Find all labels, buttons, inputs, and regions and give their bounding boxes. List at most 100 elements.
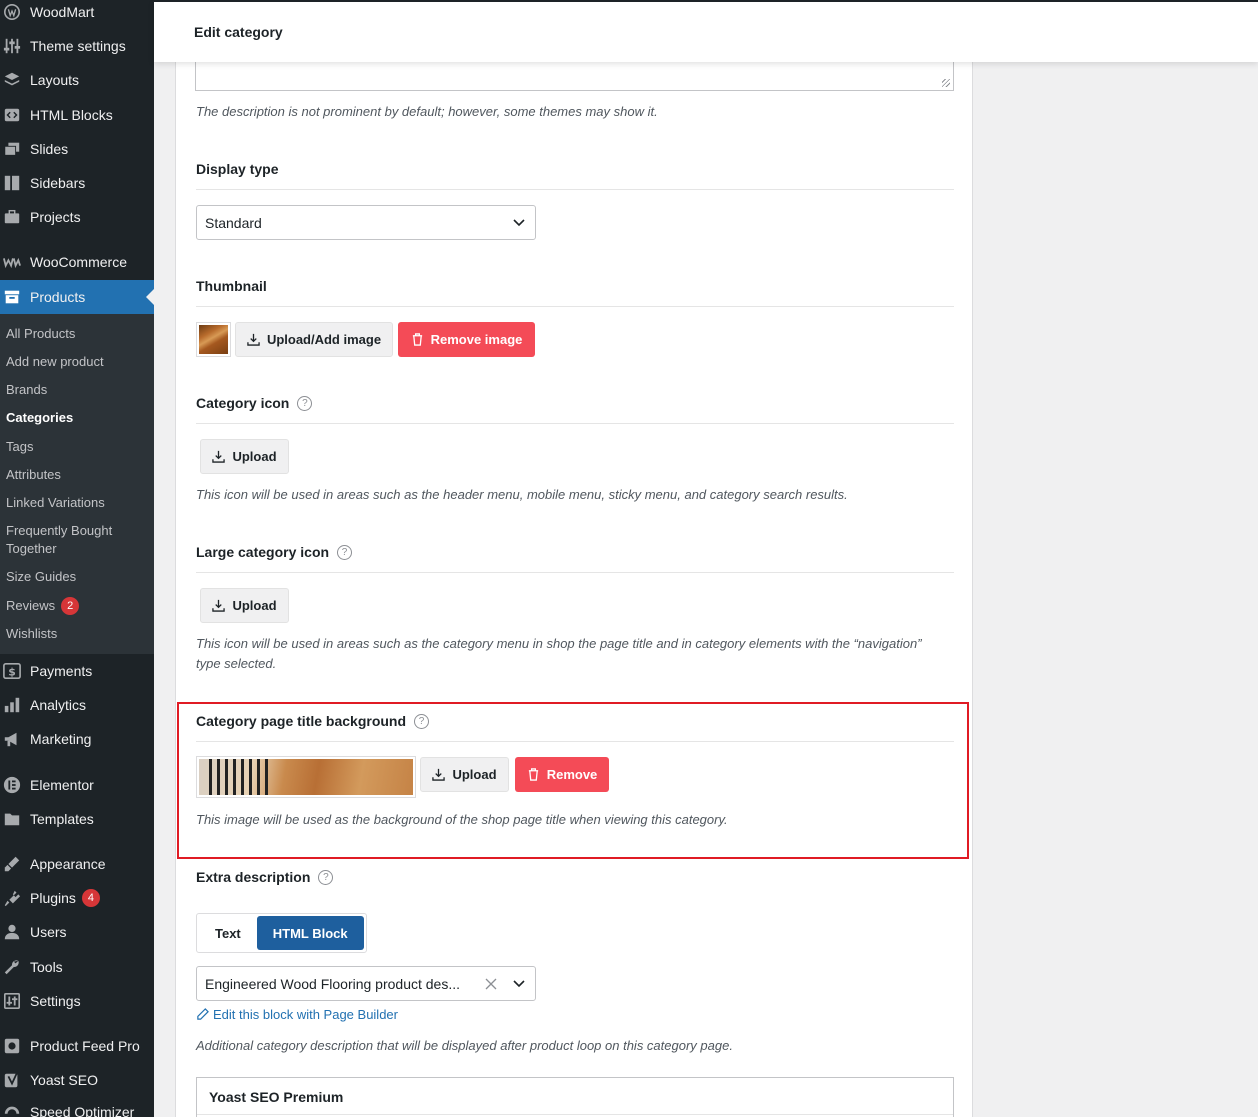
menu-templates[interactable]: Templates: [0, 804, 154, 834]
menu-settings[interactable]: Settings: [0, 986, 154, 1016]
submenu-add-new-product[interactable]: Add new product: [6, 353, 146, 371]
woocommerce-icon: [3, 253, 21, 271]
upload-add-image-label: Upload/Add image: [266, 332, 382, 347]
megaphone-icon: [3, 730, 21, 748]
menu-label: Settings: [30, 993, 81, 1009]
menu-label: Appearance: [30, 856, 106, 872]
html-block-select[interactable]: Engineered Wood Flooring product des...: [196, 966, 536, 1001]
category-icon-label: Category icon ?: [196, 395, 313, 411]
submenu-tags[interactable]: Tags: [6, 438, 146, 456]
edit-category-form: The description is not prominent by defa…: [175, 62, 973, 1117]
menu-slides[interactable]: Slides: [0, 134, 154, 164]
menu-label: Speed Optimizer: [30, 1104, 135, 1117]
submenu-brands[interactable]: Brands: [6, 381, 146, 399]
submenu-wishlists[interactable]: Wishlists: [6, 625, 146, 643]
tab-html-block[interactable]: HTML Block: [256, 916, 364, 950]
thumbnail-preview: [196, 322, 231, 357]
display-type-select[interactable]: Standard: [196, 205, 536, 240]
submenu-reviews[interactable]: Reviews 2: [6, 597, 146, 615]
menu-label: Layouts: [30, 72, 80, 88]
submenu-categories[interactable]: Categories: [6, 409, 146, 427]
thumbnail-label-text: Thumbnail: [196, 278, 267, 294]
paintbrush-icon: [3, 855, 21, 873]
submenu-linked-variations[interactable]: Linked Variations: [6, 494, 146, 512]
submenu-frequently-bought-together[interactable]: Frequently Bought Together: [6, 522, 146, 558]
menu-products[interactable]: Products: [0, 280, 154, 314]
menu-projects[interactable]: Projects: [0, 202, 154, 232]
extra-description-label: Extra description ?: [196, 869, 334, 885]
category-icon-label-text: Category icon: [196, 395, 290, 411]
plugins-update-badge: 4: [81, 889, 100, 907]
yoast-seo-panel: Yoast SEO Premium: [196, 1077, 954, 1117]
menu-label: Theme settings: [30, 38, 126, 54]
menu-label: Sidebars: [30, 175, 86, 191]
page-header: Edit category: [154, 0, 1258, 62]
edit-block-link[interactable]: Edit this block with Page Builder: [196, 1007, 398, 1022]
yoast-icon: [3, 1071, 21, 1089]
menu-speed-optimizer[interactable]: Speed Optimizer: [0, 1097, 154, 1117]
upload-add-image-button[interactable]: Upload/Add image: [235, 322, 393, 357]
remove-image-button[interactable]: Remove image: [398, 322, 535, 357]
menu-marketing[interactable]: Marketing: [0, 724, 154, 754]
menu-theme-settings[interactable]: Theme settings: [0, 31, 154, 61]
submenu-size-guides[interactable]: Size Guides: [6, 568, 146, 586]
help-icon[interactable]: ?: [337, 544, 353, 560]
menu-tools[interactable]: Tools: [0, 952, 154, 982]
extra-description-note: Additional category description that wil…: [196, 1038, 733, 1053]
large-category-icon-upload-button[interactable]: Upload: [200, 588, 289, 623]
menu-layouts[interactable]: Layouts: [0, 65, 154, 95]
menu-payments[interactable]: $ Payments: [0, 656, 154, 686]
help-icon[interactable]: ?: [318, 869, 334, 885]
menu-html-blocks[interactable]: HTML Blocks: [0, 100, 154, 130]
menu-label: Tools: [30, 959, 63, 975]
large-category-icon-label-text: Large category icon: [196, 544, 330, 560]
menu-label: Elementor: [30, 777, 94, 793]
submenu-all-products[interactable]: All Products: [6, 325, 146, 343]
category-icon-upload-button[interactable]: Upload: [200, 439, 289, 474]
menu-appearance[interactable]: Appearance: [0, 849, 154, 879]
menu-label: Product Feed Pro: [30, 1038, 140, 1054]
menu-users[interactable]: Users: [0, 917, 154, 947]
woodmart-icon: [3, 3, 21, 21]
sidebar-layout-icon: [3, 174, 21, 192]
submenu-reviews-label: Reviews: [6, 598, 56, 613]
thumbnail-image: [199, 325, 228, 354]
display-type-value: Standard: [205, 214, 262, 231]
menu-woocommerce[interactable]: WooCommerce: [0, 247, 154, 277]
clear-icon[interactable]: [485, 978, 497, 990]
submenu-attributes[interactable]: Attributes: [6, 466, 146, 484]
menu-analytics[interactable]: Analytics: [0, 690, 154, 720]
download-icon: [247, 333, 260, 346]
dollar-icon: $: [3, 662, 21, 680]
menu-elementor[interactable]: Elementor: [0, 770, 154, 800]
speed-icon: [3, 1103, 21, 1117]
menu-plugins[interactable]: Plugins 4: [0, 883, 154, 913]
menu-sidebars[interactable]: Sidebars: [0, 168, 154, 198]
menu-product-feed-pro[interactable]: Product Feed Pro: [0, 1031, 154, 1061]
trash-icon: [412, 333, 422, 346]
description-textarea[interactable]: [195, 62, 954, 91]
divider: [196, 306, 954, 307]
chevron-down-icon: [513, 979, 525, 987]
user-icon: [3, 923, 21, 941]
layers-icon: [3, 71, 21, 89]
reviews-count-badge: 2: [61, 597, 80, 615]
large-category-icon-note: This icon will be used in areas such as …: [196, 636, 922, 671]
menu-label: Users: [30, 924, 67, 940]
menu-yoast-seo[interactable]: Yoast SEO: [0, 1065, 154, 1095]
menu-woodmart[interactable]: WoodMart: [0, 0, 154, 27]
download-icon: [212, 450, 226, 463]
help-icon[interactable]: ?: [297, 395, 313, 411]
upload-label: Upload: [232, 598, 277, 613]
large-category-icon-label: Large category icon ?: [196, 544, 353, 560]
feed-icon: [3, 1037, 21, 1055]
menu-label: WooCommerce: [30, 254, 127, 270]
resize-handle[interactable]: [942, 79, 950, 87]
active-indicator: [146, 289, 154, 305]
code-block-icon: [3, 106, 21, 124]
display-type-label-text: Display type: [196, 161, 279, 177]
admin-sidebar: WoodMart Theme settings Layouts HTML Blo…: [0, 0, 154, 1117]
bar-chart-icon: [3, 696, 21, 714]
tab-text[interactable]: Text: [199, 916, 257, 950]
divider: [196, 189, 954, 190]
